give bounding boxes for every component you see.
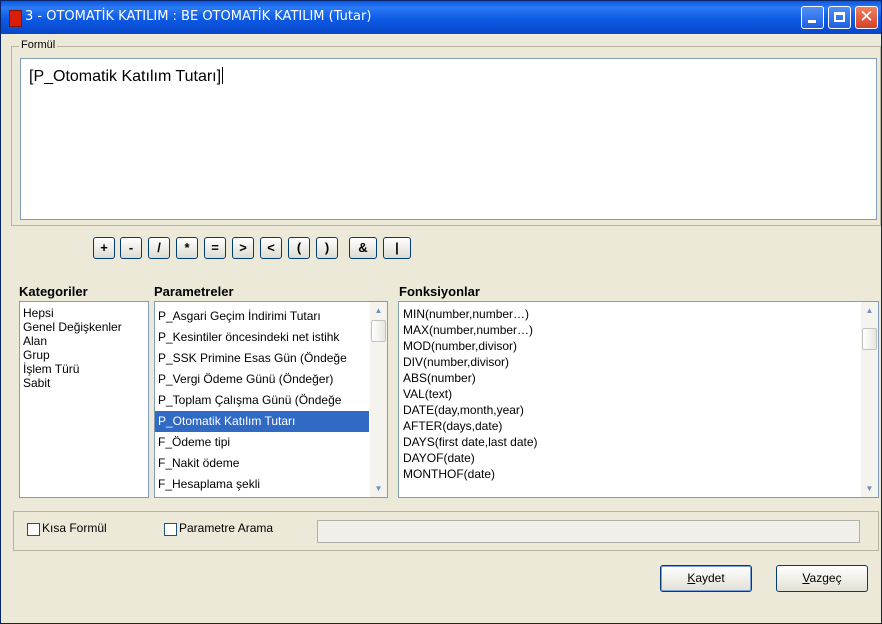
list-item[interactable]: Genel Değişkenler	[20, 320, 148, 334]
text-caret	[222, 67, 224, 84]
close-button[interactable]: ✕	[855, 6, 878, 29]
list-item[interactable]: AFTER(days,date)	[399, 418, 859, 434]
list-item[interactable]: DATE(day,month,year)	[399, 402, 859, 418]
list-item[interactable]: MONTHOF(date)	[399, 466, 859, 482]
scroll-thumb[interactable]	[371, 320, 386, 342]
operator-close-paren-button[interactable]: )	[316, 237, 338, 259]
minimize-icon	[808, 20, 816, 23]
scroll-down-arrow-icon[interactable]: ▼	[861, 480, 878, 497]
list-item[interactable]: MAX(number,number…)	[399, 322, 859, 338]
functions-scrollbar[interactable]: ▲ ▼	[861, 302, 878, 497]
operator-ampersand-button[interactable]: &	[349, 237, 377, 259]
window-title: 3 - OTOMATİK KATILIM : BE OTOMATİK KATIL…	[25, 9, 372, 24]
list-item[interactable]: P_SSK Primine Esas Gün (Öndeğe	[155, 348, 369, 369]
cancel-label: azgeç	[809, 571, 842, 585]
list-item[interactable]: P_Toplam Çalışma Günü (Öndeğe	[155, 390, 369, 411]
operator-plus-button[interactable]: +	[93, 237, 115, 259]
short-formula-label[interactable]: Kısa Formül	[42, 521, 107, 535]
list-item[interactable]: Alan	[20, 334, 148, 348]
list-item[interactable]: VAL(text)	[399, 386, 859, 402]
operator-pipe-button[interactable]: |	[383, 237, 411, 259]
formula-text-line: [P_Otomatik Katılım Tutarı]	[29, 67, 224, 86]
list-item[interactable]: MOD(number,divisor)	[399, 338, 859, 354]
list-item[interactable]: F_Ödeme tipi	[155, 432, 369, 453]
parameter-search-input[interactable]	[317, 520, 860, 543]
formula-textarea[interactable]: [P_Otomatik Katılım Tutarı]	[20, 58, 877, 220]
parameters-items: P_Asgari Geçim İndirimi Tutarı P_Kesinti…	[155, 306, 369, 495]
cancel-accel: V	[802, 571, 810, 585]
app-icon[interactable]	[9, 10, 22, 27]
close-icon: ✕	[859, 7, 874, 27]
list-item[interactable]: ABS(number)	[399, 370, 859, 386]
minimize-button[interactable]	[801, 6, 824, 29]
formula-text: [P_Otomatik Katılım Tutarı]	[29, 68, 222, 85]
list-item-selected[interactable]: P_Otomatik Katılım Tutarı	[155, 411, 369, 432]
operator-greater-button[interactable]: >	[232, 237, 254, 259]
list-item[interactable]: DAYS(first date,last date)	[399, 434, 859, 450]
parameter-search-label[interactable]: Parametre Arama	[179, 521, 273, 535]
scroll-thumb[interactable]	[862, 328, 877, 350]
list-item[interactable]: Sabit	[20, 376, 148, 390]
maximize-button[interactable]	[828, 6, 851, 29]
list-item[interactable]: P_Kesintiler öncesindeki net istihk	[155, 327, 369, 348]
operator-multiply-button[interactable]: *	[176, 237, 198, 259]
list-item[interactable]: Grup	[20, 348, 148, 362]
save-label: aydet	[695, 571, 725, 585]
list-item[interactable]: İşlem Türü	[20, 362, 148, 376]
parameter-search-checkbox[interactable]	[164, 523, 177, 536]
list-item[interactable]: P_Vergi Ödeme Günü (Öndeğer)	[155, 369, 369, 390]
short-formula-checkbox[interactable]	[27, 523, 40, 536]
list-item[interactable]: DIV(number,divisor)	[399, 354, 859, 370]
formula-editor-window: 3 - OTOMATİK KATILIM : BE OTOMATİK KATIL…	[0, 0, 882, 624]
scroll-up-arrow-icon[interactable]: ▲	[861, 302, 878, 319]
window-bottom-edge	[1, 613, 881, 623]
operator-equals-button[interactable]: =	[204, 237, 226, 259]
cancel-button[interactable]: Vazgeç	[776, 565, 868, 592]
operator-minus-button[interactable]: -	[120, 237, 142, 259]
list-item[interactable]: F_Nakit ödeme	[155, 453, 369, 474]
categories-label: Kategoriler	[19, 284, 88, 299]
functions-items: MIN(number,number…) MAX(number,number…) …	[399, 306, 859, 482]
operator-less-button[interactable]: <	[260, 237, 282, 259]
formula-group-label: Formül	[19, 39, 58, 51]
parameters-label: Parametreler	[154, 284, 234, 299]
list-item[interactable]: F_Hesaplama şekli	[155, 474, 369, 495]
scroll-up-arrow-icon[interactable]: ▲	[370, 302, 387, 319]
title-bar[interactable]: 3 - OTOMATİK KATILIM : BE OTOMATİK KATIL…	[1, 1, 881, 34]
list-item[interactable]: Hepsi	[20, 306, 148, 320]
functions-label: Fonksiyonlar	[399, 284, 480, 299]
maximize-icon	[834, 12, 845, 22]
operator-divide-button[interactable]: /	[148, 237, 170, 259]
list-item[interactable]: P_Asgari Geçim İndirimi Tutarı	[155, 306, 369, 327]
categories-list[interactable]: Hepsi Genel Değişkenler Alan Grup İşlem …	[19, 301, 149, 498]
operator-open-paren-button[interactable]: (	[288, 237, 310, 259]
functions-list[interactable]: MIN(number,number…) MAX(number,number…) …	[398, 301, 879, 498]
parameters-list[interactable]: P_Asgari Geçim İndirimi Tutarı P_Kesinti…	[154, 301, 388, 498]
parameters-scrollbar[interactable]: ▲ ▼	[370, 302, 387, 497]
list-item[interactable]: DAYOF(date)	[399, 450, 859, 466]
scroll-down-arrow-icon[interactable]: ▼	[370, 480, 387, 497]
list-item[interactable]: MIN(number,number…)	[399, 306, 859, 322]
save-button[interactable]: Kaydet	[660, 565, 752, 592]
